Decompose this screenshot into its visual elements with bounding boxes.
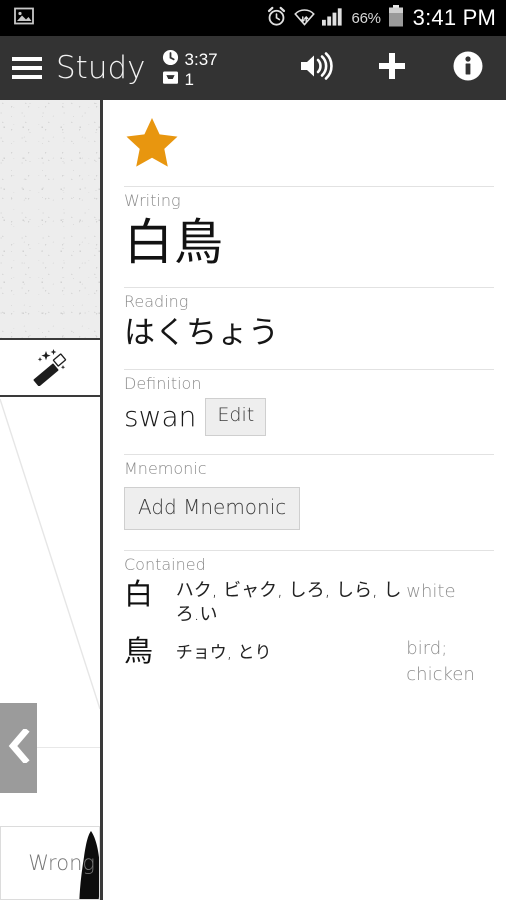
hamburger-menu-icon[interactable] bbox=[0, 36, 52, 100]
plus-icon bbox=[376, 50, 408, 86]
timer-value: 3:37 bbox=[184, 49, 218, 69]
contained-table: 白 ハク, ビャク, しろ, しら, しろ.い white 鳥 チョウ, とり … bbox=[124, 577, 494, 694]
action-bar: Study 3:37 1 bbox=[0, 36, 506, 100]
reading-value: はくちょう bbox=[124, 314, 279, 351]
alarm-icon bbox=[266, 6, 287, 31]
wrong-label: Wrong bbox=[28, 851, 95, 875]
magic-wand-icon bbox=[27, 348, 73, 390]
contained-kanji: 白 bbox=[124, 576, 154, 611]
writing-value: 白鳥 bbox=[124, 214, 225, 271]
definition-value: swan bbox=[124, 399, 197, 433]
image-icon bbox=[14, 7, 34, 29]
add-button[interactable] bbox=[372, 46, 412, 90]
status-bar-notifications bbox=[14, 7, 34, 29]
canvas-guideline bbox=[0, 399, 100, 710]
section-divider bbox=[124, 549, 494, 551]
reading-label: Reading bbox=[124, 291, 189, 311]
section-definition: Definition swan Edit bbox=[124, 361, 494, 446]
status-bar: 66% 3:41 PM bbox=[0, 0, 506, 36]
table-row[interactable]: 鳥 チョウ, とり bird; chicken bbox=[124, 634, 494, 694]
contained-readings: チョウ, とり bbox=[175, 642, 272, 663]
definition-row: swan Edit bbox=[124, 394, 494, 446]
study-stats: 3:37 1 bbox=[162, 48, 218, 88]
signal-icon bbox=[321, 6, 345, 30]
definition-label: Definition bbox=[124, 374, 202, 394]
contained-label: Contained bbox=[124, 554, 206, 574]
magic-wand-button[interactable] bbox=[0, 342, 100, 397]
battery-percent-label: 66% bbox=[351, 9, 381, 27]
drawing-sidebar: Wrong bbox=[0, 100, 103, 900]
clock-icon bbox=[162, 49, 179, 69]
page-title: Study bbox=[56, 50, 146, 86]
drawing-preview-panel[interactable] bbox=[0, 100, 100, 340]
star-row bbox=[124, 100, 494, 178]
inbox-icon bbox=[162, 70, 179, 88]
timer-stat: 3:37 bbox=[162, 49, 218, 69]
section-divider bbox=[124, 186, 494, 187]
section-mnemonic: Mnemonic Add Mnemonic bbox=[124, 446, 494, 542]
inbox-stat: 1 bbox=[162, 70, 218, 88]
action-bar-buttons bbox=[296, 46, 488, 90]
battery-icon bbox=[388, 5, 404, 31]
section-divider bbox=[124, 369, 494, 371]
section-writing: Writing 白鳥 bbox=[124, 178, 494, 279]
mnemonic-actions: Add Mnemonic bbox=[124, 479, 494, 542]
status-bar-clock: 3:41 PM bbox=[412, 5, 496, 30]
mnemonic-label: Mnemonic bbox=[124, 458, 207, 478]
wifi-icon bbox=[293, 6, 315, 30]
contained-meaning: bird; chicken bbox=[406, 637, 475, 685]
section-contained: Contained 白 ハク, ビャク, しろ, しら, しろ.い white … bbox=[124, 542, 494, 694]
drawing-canvas[interactable]: Wrong bbox=[0, 399, 100, 900]
contained-meaning: white bbox=[406, 580, 456, 602]
chevron-left-icon bbox=[7, 727, 31, 767]
wrong-button[interactable]: Wrong bbox=[0, 826, 100, 900]
previous-card-button[interactable] bbox=[0, 703, 37, 793]
status-bar-system-icons: 66% 3:41 PM bbox=[266, 5, 496, 31]
app-root: 66% 3:41 PM Study 3:37 1 Wrong Writing 白… bbox=[0, 0, 506, 900]
info-icon bbox=[452, 50, 484, 86]
contained-readings: ハク, ビャク, しろ, しら, しろ.い bbox=[175, 579, 402, 626]
inbox-count: 1 bbox=[184, 69, 194, 89]
star-icon[interactable] bbox=[124, 118, 180, 174]
audio-button[interactable] bbox=[296, 46, 336, 90]
card-detail-pane: Writing 白鳥 Reading はくちょう Definition swan… bbox=[106, 100, 506, 900]
section-divider bbox=[124, 453, 494, 455]
edit-definition-button[interactable]: Edit bbox=[205, 398, 267, 436]
speaker-icon bbox=[299, 51, 333, 85]
add-mnemonic-button[interactable]: Add Mnemonic bbox=[124, 486, 301, 530]
writing-label: Writing bbox=[124, 191, 181, 210]
info-button[interactable] bbox=[448, 46, 488, 90]
contained-kanji: 鳥 bbox=[124, 633, 154, 668]
section-reading: Reading はくちょう bbox=[124, 279, 494, 361]
table-row[interactable]: 白 ハク, ビャク, しろ, しら, しろ.い white bbox=[124, 577, 494, 634]
section-divider bbox=[124, 286, 494, 288]
